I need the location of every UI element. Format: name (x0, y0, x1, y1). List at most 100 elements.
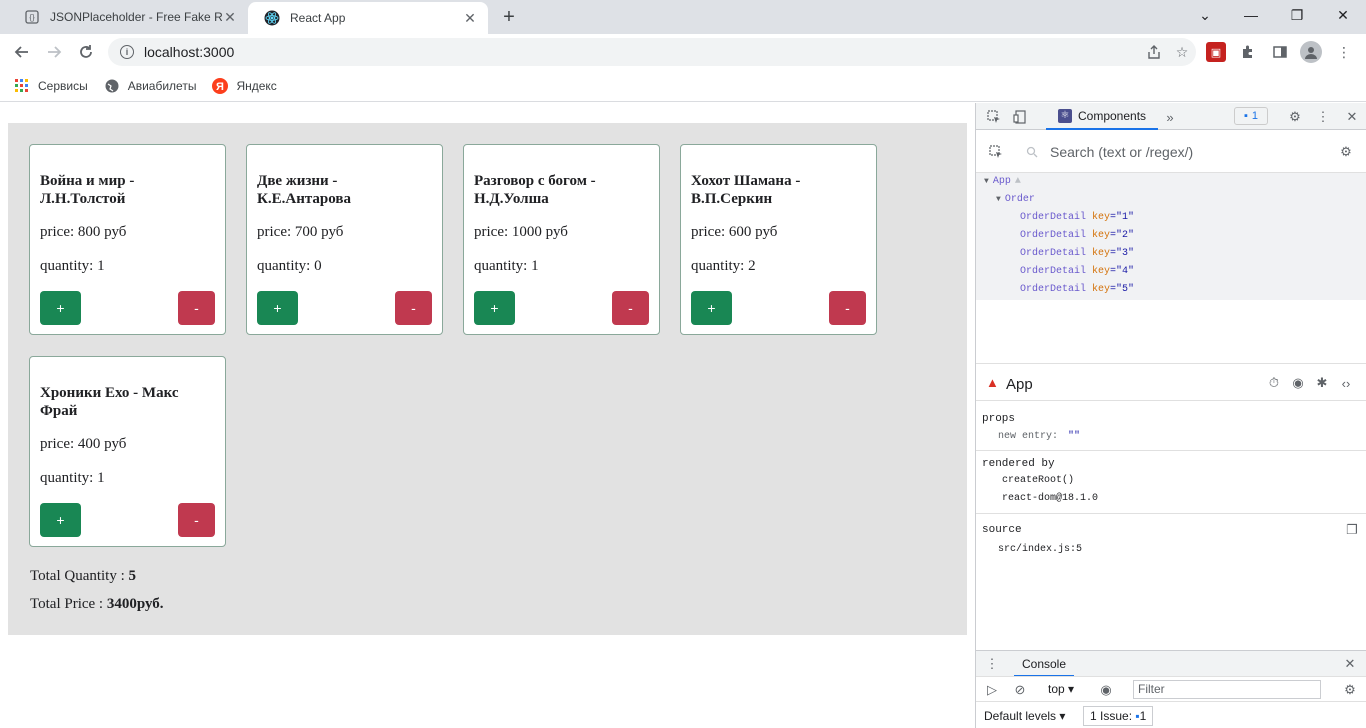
message-icon: ▪ (1243, 110, 1248, 122)
tree-node-app[interactable]: ▼ App ▲ (984, 173, 1021, 191)
tree-node-key: key (1092, 230, 1111, 241)
bug-icon[interactable]: ✱ (1312, 373, 1332, 393)
order-card: Разговор с богом - Н.Д.Уолша price: 1000… (463, 144, 660, 335)
forward-icon[interactable] (40, 38, 68, 66)
devtools-menu-icon[interactable]: ⋮ (1313, 107, 1333, 127)
total-price-value: 3400руб. (106, 596, 164, 612)
clear-console-icon[interactable]: ⊘ (1010, 680, 1030, 700)
tree-node-orderdetail[interactable]: OrderDetail key="1" (1020, 209, 1134, 227)
copy-icon[interactable]: ❐ (1342, 520, 1362, 540)
drawer-menu-icon[interactable]: ⋮ (982, 654, 1002, 674)
increment-button[interactable]: + (474, 291, 515, 325)
show-sidebar-icon[interactable]: ▷ (982, 680, 1002, 700)
tree-node-key: key (1092, 266, 1111, 277)
close-tab-icon[interactable]: ✕ (222, 9, 238, 25)
profile-avatar-icon[interactable] (1300, 41, 1322, 63)
address-bar[interactable]: i localhost:3000 ☆ (108, 38, 1196, 66)
default-levels-dropdown[interactable]: Default levels ▾ (984, 709, 1065, 723)
order-title: Разговор с богом - Н.Д.Уолша (474, 173, 596, 207)
svg-text:{}: {} (29, 13, 35, 22)
close-window-icon[interactable]: ✕ (1320, 0, 1366, 30)
increment-button[interactable]: + (257, 291, 298, 325)
stopwatch-icon[interactable]: ⏱ (1264, 373, 1284, 393)
tree-node-orderdetail[interactable]: OrderDetail key="3" (1020, 245, 1134, 263)
tree-node-key: key (1092, 212, 1111, 223)
order-quantity: quantity: 0 (257, 258, 322, 274)
tab-console[interactable]: Console (1014, 651, 1074, 677)
yandex-icon: Я (212, 77, 229, 94)
issues-badge[interactable]: ▪ 1 (1234, 107, 1268, 125)
react-favicon-icon (264, 10, 280, 26)
tab-react-app[interactable]: React App ✕ (248, 2, 488, 34)
new-tab-icon[interactable]: + (498, 6, 520, 28)
console-statusbar: Default levels ▾ 1 Issue: ▪1 (976, 701, 1366, 728)
browser-menu-icon[interactable]: ⋮ (1334, 42, 1354, 62)
console-settings-icon[interactable]: ⚙ (1340, 680, 1360, 700)
context-selector[interactable]: top ▾ (1048, 682, 1074, 696)
close-devtools-icon[interactable]: ✕ (1342, 107, 1362, 127)
issues-button[interactable]: 1 Issue: ▪1 (1083, 706, 1154, 726)
more-tabs-icon[interactable]: » (1160, 107, 1180, 127)
close-tab-icon[interactable]: ✕ (462, 10, 478, 26)
tab-jsonplaceholder[interactable]: {} JSONPlaceholder - Free Fake RES ✕ (8, 0, 248, 34)
tree-node-order[interactable]: ▼ Order (996, 191, 1035, 209)
reload-icon[interactable] (72, 38, 100, 66)
order-title: Хохот Шамана - В.П.Серкин (691, 173, 801, 207)
console-toolbar: ▷ ⊘ top ▾ ◉ Filter ⚙ (976, 676, 1366, 701)
increment-button[interactable]: + (40, 503, 81, 537)
tab-title: JSONPlaceholder - Free Fake RES (50, 10, 222, 24)
select-component-icon[interactable] (986, 142, 1006, 162)
decrement-button[interactable]: - (612, 291, 649, 325)
tree-node-orderdetail[interactable]: OrderDetail key="4" (1020, 263, 1134, 281)
chevron-down-icon[interactable]: ⌄ (1182, 0, 1228, 30)
view-source-icon[interactable]: ‹› (1336, 373, 1356, 393)
live-expression-eye-icon[interactable]: ◉ (1096, 680, 1116, 700)
expand-arrow-icon: ▼ (996, 195, 1001, 204)
tree-node-label: App (992, 176, 1011, 187)
inspect-element-icon[interactable] (984, 107, 1004, 127)
extension-icon[interactable]: ▣ (1206, 42, 1226, 62)
decrement-button[interactable]: - (178, 503, 215, 537)
site-info-icon[interactable]: i (120, 45, 134, 59)
side-panel-icon[interactable] (1270, 42, 1290, 62)
puzzle-extensions-icon[interactable] (1238, 42, 1258, 62)
decrement-button[interactable]: - (395, 291, 432, 325)
divider (976, 513, 1366, 514)
device-toolbar-icon[interactable] (1010, 107, 1030, 127)
component-settings-icon[interactable]: ⚙ (1336, 142, 1356, 162)
jsonplaceholder-favicon-icon: {} (24, 9, 40, 25)
tree-node-orderdetail[interactable]: OrderDetail key="2" (1020, 227, 1134, 245)
decrement-button[interactable]: - (178, 291, 215, 325)
increment-button[interactable]: + (40, 291, 81, 325)
restore-icon[interactable]: ❐ (1274, 0, 1320, 30)
issues-count: 1 (1251, 110, 1259, 122)
tab-components[interactable]: ⚛ Components (1046, 103, 1159, 130)
bookmark-label: Сервисы (38, 78, 88, 93)
console-filter-input[interactable]: Filter (1133, 680, 1321, 699)
react-icon: ⚛ (1058, 108, 1072, 123)
order-price: price: 800 руб (40, 224, 127, 240)
selected-component-name: App (1006, 376, 1033, 393)
total-price-label: Total Price : (30, 596, 107, 612)
back-icon[interactable] (8, 38, 36, 66)
order-price: price: 700 руб (257, 224, 344, 240)
bookmark-yandex[interactable]: Я Яндекс (212, 77, 277, 94)
order-price: price: 600 руб (691, 224, 778, 240)
share-icon[interactable] (1140, 38, 1168, 66)
components-search-input[interactable]: Search (text or /regex/) (1050, 144, 1193, 160)
rendered-by-label: rendered by (982, 458, 1055, 470)
tree-node-orderdetail[interactable]: OrderDetail key="5" (1020, 281, 1134, 299)
issues-label: 1 Issue: (1090, 709, 1133, 723)
minimize-icon[interactable]: — (1228, 0, 1274, 30)
default-levels-label: Default levels (984, 709, 1057, 723)
settings-gear-icon[interactable]: ⚙ (1285, 107, 1305, 127)
close-drawer-icon[interactable]: ✕ (1340, 654, 1360, 674)
bookmark-flights[interactable]: Авиабилеты (104, 78, 196, 94)
order-app: Война и мир - Л.Н.Толстой price: 800 руб… (8, 123, 967, 635)
increment-button[interactable]: + (691, 291, 732, 325)
bookmark-star-icon[interactable]: ☆ (1168, 38, 1196, 66)
eye-icon[interactable]: ◉ (1288, 373, 1308, 393)
prop-value[interactable]: "" (1068, 431, 1080, 442)
decrement-button[interactable]: - (829, 291, 866, 325)
bookmark-services[interactable]: Сервисы (14, 78, 88, 94)
